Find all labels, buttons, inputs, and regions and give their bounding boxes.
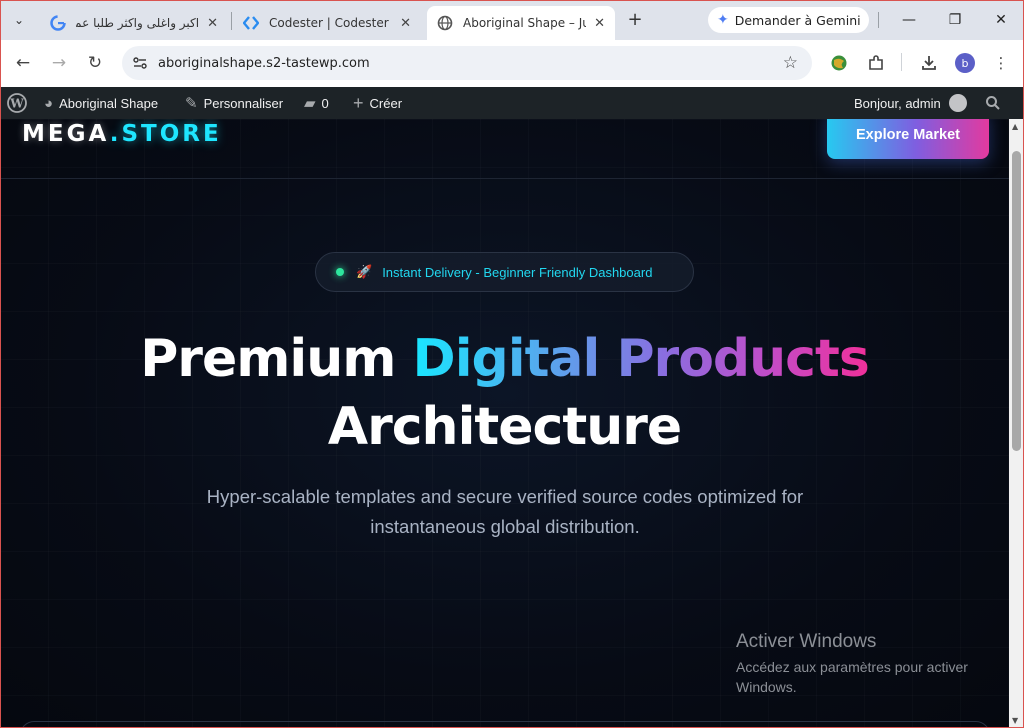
minimize-icon[interactable]: — [886, 0, 932, 40]
page-scrollbar[interactable]: ▲ ▼ [1009, 119, 1024, 728]
admin-bar-customize[interactable]: ✎ Personnaliser [185, 87, 283, 119]
status-dot [336, 268, 344, 276]
hero-title: Premium Digital Products Architecture [0, 325, 1009, 461]
reload-icon[interactable]: ↻ [83, 51, 107, 75]
download-icon[interactable] [919, 53, 939, 73]
svg-text:W: W [9, 97, 24, 111]
address-bar[interactable]: aboriginalshape.s2-tastewp.com ☆ [122, 46, 812, 80]
wp-admin-bar: W ◕ Aboriginal Shape ✎ Personnaliser ▰ 0… [0, 87, 1024, 119]
hero-title-gradient: Digital Products [412, 329, 870, 389]
url-text: aboriginalshape.s2-tastewp.com [158, 55, 370, 71]
logo-main: MEGA [22, 121, 110, 147]
comments-count: 0 [321, 95, 329, 111]
divider [878, 12, 879, 28]
restore-icon[interactable]: ❐ [932, 0, 978, 40]
admin-bar-comments[interactable]: ▰ 0 [304, 87, 329, 119]
admin-bar-new[interactable]: + Créer [353, 87, 402, 119]
tab-title: اكبر واغلى واكثر طلبا عمل [76, 16, 200, 30]
customize-label: Personnaliser [203, 95, 284, 111]
activation-heading: Activer Windows [736, 631, 877, 652]
admin-bar-site-name[interactable]: ◕ Aboriginal Shape [44, 87, 158, 119]
next-section-card [20, 721, 990, 728]
windows-activation-watermark: Activer Windows Accédez aux paramètres p… [736, 631, 996, 697]
dashboard-gauge-icon: ◕ [44, 94, 54, 112]
browser-toolbar: ← → ↻ aboriginalshape.s2-tastewp.com ☆ b… [0, 40, 1024, 86]
hero-title-line2: Architecture [327, 397, 682, 457]
extensions-puzzle-icon[interactable] [866, 53, 886, 73]
extension-globe-icon[interactable] [829, 53, 849, 73]
gemini-sparkle-icon: ✦ [717, 12, 729, 28]
header-divider [0, 178, 1009, 179]
tab-google[interactable]: اكبر واغلى واكثر طلبا عمل ✕ [40, 6, 228, 40]
tab-title: Aboriginal Shape – Just [463, 16, 587, 30]
new-label: Créer [369, 95, 403, 111]
close-tab-icon[interactable]: ✕ [594, 16, 605, 31]
site-name-label: Aboriginal Shape [59, 95, 159, 111]
back-arrow-icon[interactable]: ← [11, 51, 35, 75]
profile-avatar[interactable]: b [955, 53, 975, 73]
wordpress-logo-icon[interactable]: W [7, 87, 27, 119]
search-icon[interactable] [985, 87, 1001, 119]
tab-codester[interactable]: Codester | Codester ✕ [233, 6, 421, 40]
bookmark-star-icon[interactable]: ☆ [783, 53, 798, 73]
site-settings-icon[interactable] [132, 55, 148, 71]
more-menu-icon[interactable]: ⋮ [991, 53, 1011, 73]
close-tab-icon[interactable]: ✕ [400, 16, 411, 31]
explore-market-button[interactable]: Explore Market [827, 119, 989, 159]
site-logo[interactable]: MEGA.STORE [22, 121, 222, 147]
tab-title: Codester | Codester [269, 16, 389, 30]
hero-subtitle: Hyper-scalable templates and secure veri… [206, 486, 804, 537]
greeting-label: Bonjour, admin [854, 95, 941, 111]
codester-icon [243, 15, 259, 31]
google-icon [50, 15, 66, 31]
tab-aboriginal-shape[interactable]: Aboriginal Shape – Just ✕ [427, 6, 615, 40]
tab-search-chevron-icon[interactable]: ⌄ [6, 7, 32, 33]
new-tab-plus-icon[interactable]: + [624, 8, 646, 30]
tab-divider [231, 12, 232, 30]
badge-text: Instant Delivery - Beginner Friendly Das… [382, 264, 653, 280]
plus-icon: + [353, 92, 364, 113]
logo-accent: .STORE [109, 121, 222, 147]
admin-bar-account[interactable]: Bonjour, admin [854, 87, 967, 119]
rocket-icon: 🚀 [356, 264, 373, 279]
close-window-icon[interactable]: ✕ [978, 0, 1024, 40]
gemini-button[interactable]: ✦ Demander à Gemini [708, 7, 869, 33]
globe-icon [437, 15, 453, 31]
scroll-down-arrow-icon[interactable]: ▼ [1012, 716, 1018, 725]
paintbrush-icon: ✎ [185, 95, 198, 112]
comment-bubble-icon: ▰ [304, 95, 316, 112]
divider [901, 53, 902, 71]
scrollbar-thumb[interactable] [1012, 151, 1021, 451]
tab-strip: ⌄ اكبر واغلى واكثر طلبا عمل ✕ Codester |… [0, 0, 1024, 40]
scroll-up-arrow-icon[interactable]: ▲ [1012, 122, 1018, 131]
gemini-label: Demander à Gemini [734, 12, 861, 28]
page-viewport: MEGA.STORE Explore Market 🚀 Instant Deli… [0, 119, 1009, 728]
hero-badge: 🚀 Instant Delivery - Beginner Friendly D… [315, 252, 694, 292]
activation-body: Accédez aux paramètres pour activer Wind… [736, 659, 968, 695]
hero-title-part1: Premium [140, 329, 413, 389]
close-tab-icon[interactable]: ✕ [207, 16, 218, 31]
forward-arrow-icon[interactable]: → [47, 51, 71, 75]
user-avatar [948, 94, 967, 112]
